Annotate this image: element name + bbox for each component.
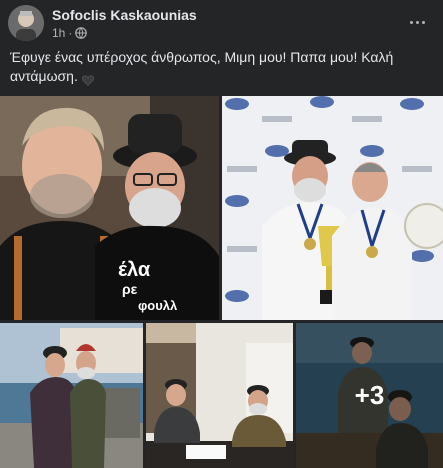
more-options-icon[interactable] bbox=[403, 8, 431, 36]
globe-icon bbox=[75, 27, 88, 39]
post-text: Έφυγε ένας υπέροχος άνθρωπος, Μιμη μου! … bbox=[10, 48, 430, 86]
post-header: Sofoclis Kaskaounias 1h · bbox=[0, 0, 443, 44]
post-meta: 1h · bbox=[52, 26, 88, 40]
shirt-text-line-3: φουλλ bbox=[138, 298, 178, 313]
photo-grid: έλα ρε φουλλ +3 bbox=[0, 96, 443, 468]
photo-tile-1[interactable]: έλα ρε φουλλ bbox=[0, 96, 219, 320]
post-message: Έφυγε ένας υπέροχος άνθρωπος, Μιμη μου! … bbox=[10, 49, 394, 84]
photo-tile-4[interactable] bbox=[146, 323, 293, 468]
black-heart-icon bbox=[81, 72, 94, 86]
photo-tile-2[interactable] bbox=[222, 96, 443, 320]
shirt-text-line-1: έλα bbox=[118, 259, 151, 281]
more-photos-overlay[interactable]: +3 bbox=[296, 323, 443, 468]
photo-tile-5[interactable]: +3 bbox=[296, 323, 443, 468]
post-time[interactable]: 1h bbox=[52, 26, 65, 40]
author-avatar[interactable] bbox=[8, 5, 44, 41]
shirt-text-line-2: ρε bbox=[122, 281, 138, 297]
photo-tile-3[interactable] bbox=[0, 323, 143, 468]
author-name[interactable]: Sofoclis Kaskaounias bbox=[52, 7, 197, 23]
